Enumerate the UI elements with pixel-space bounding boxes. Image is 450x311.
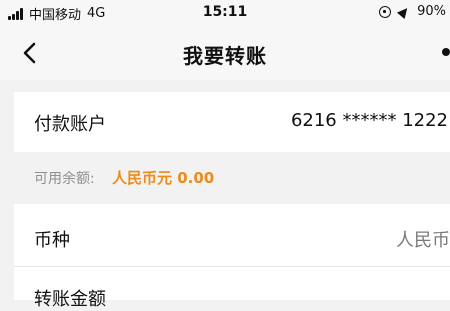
location-icon [397, 4, 412, 19]
currency-row[interactable]: 币种 人民币 [14, 204, 450, 266]
page-title: 我要转账 [183, 44, 267, 68]
payment-account-value: 6216 ****** 1222 [290, 110, 448, 131]
payment-account-label: 付款账户 [34, 114, 106, 135]
more-dot-icon[interactable] [442, 48, 450, 56]
currency-label: 币种 [34, 230, 70, 251]
status-right: 90% [379, 4, 446, 19]
balance-amount: 人民币元 0.00 [112, 169, 215, 187]
rotation-lock-icon [379, 5, 392, 18]
battery-percent: 90% [417, 4, 446, 19]
balance-label: 可用余额: [34, 171, 95, 187]
status-bar: 中国移动 4G 15:11 90% [0, 0, 450, 26]
currency-value: 人民币 [396, 230, 450, 251]
transfer-amount-label: 转账金额 [34, 289, 106, 310]
transfer-amount-row[interactable]: 转账金额 [14, 267, 450, 310]
payment-account-row[interactable]: 付款账户 6216 ****** 1222 [14, 92, 450, 152]
nav-bar: 我要转账 [0, 26, 450, 80]
